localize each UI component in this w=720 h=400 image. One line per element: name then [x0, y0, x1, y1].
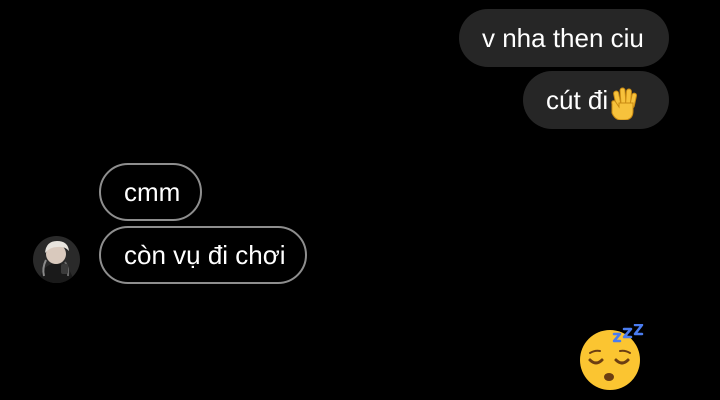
message-text: v nha then ciu [482, 23, 644, 53]
sleeping-face-icon[interactable] [576, 323, 648, 392]
avatar[interactable] [33, 236, 80, 283]
received-message[interactable]: còn vụ đi chơi [99, 226, 307, 284]
message-text: còn vụ đi chơi [124, 240, 286, 270]
raised-hand-icon [609, 82, 639, 121]
message-text: cmm [124, 177, 181, 207]
message-text: cút đi [546, 85, 609, 115]
received-message[interactable]: cmm [99, 163, 202, 221]
sent-message[interactable]: v nha then ciu [459, 9, 669, 67]
sent-message[interactable]: cút đi [523, 71, 669, 129]
